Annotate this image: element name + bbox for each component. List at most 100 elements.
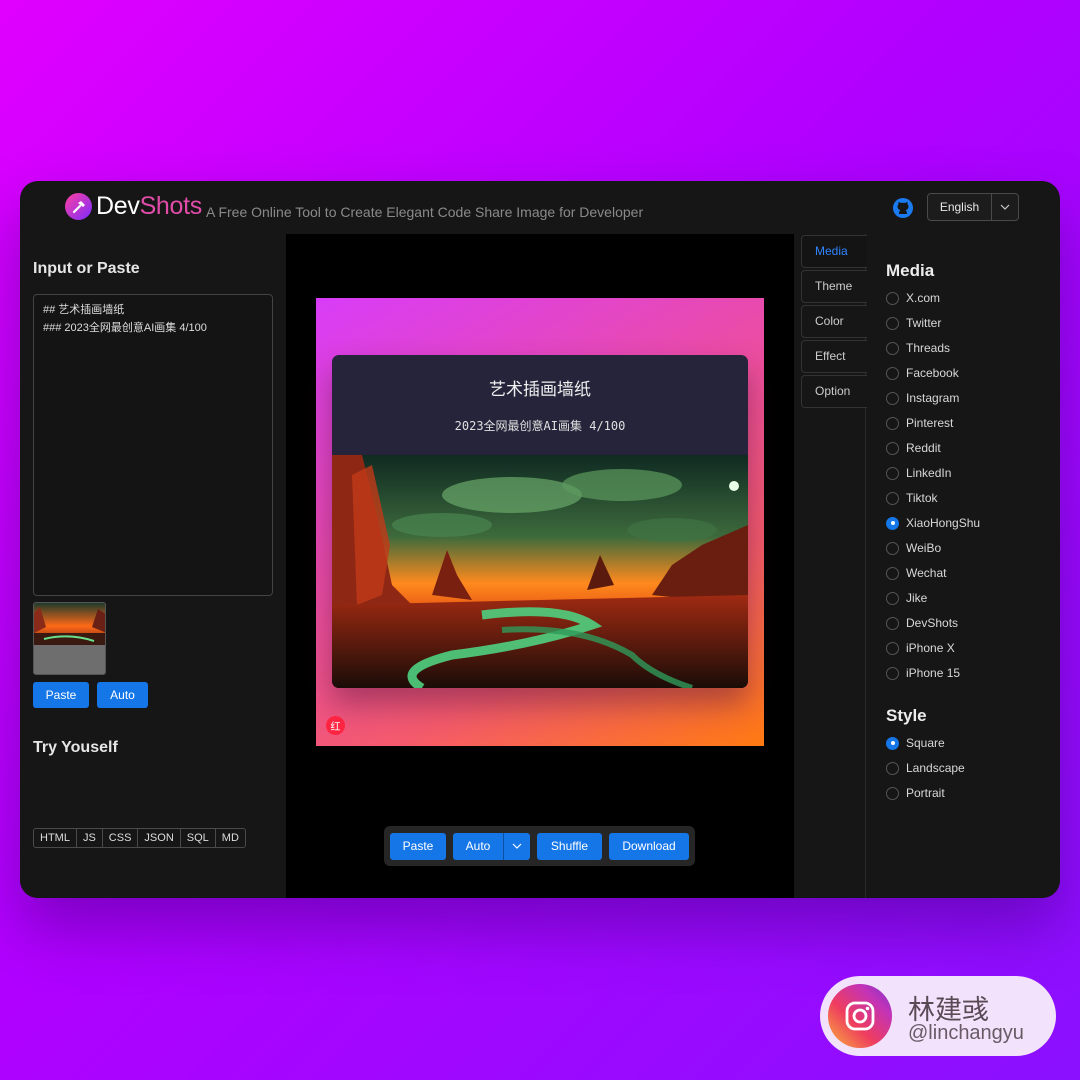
radio-icon: [886, 341, 899, 355]
toolbar-paste-button[interactable]: Paste: [390, 832, 446, 860]
radio-label: Reddit: [906, 441, 941, 455]
landscape-artwork: [332, 455, 748, 688]
style-option-portrait[interactable]: Portrait: [886, 786, 945, 800]
profile-badge: 林建彧 @linchangyu: [820, 976, 1056, 1056]
radio-label: DevShots: [906, 616, 959, 630]
media-option-xiaohongshu[interactable]: XiaoHongShu: [886, 516, 980, 530]
hammer-logo-icon: [65, 193, 92, 220]
action-toolbar: Paste Auto Shuffle Download: [384, 826, 695, 866]
radio-label: LinkedIn: [906, 466, 952, 480]
tab-theme[interactable]: Theme: [801, 270, 867, 303]
media-option-threads[interactable]: Threads: [886, 341, 950, 355]
tab-media[interactable]: Media: [801, 235, 867, 268]
code-input[interactable]: ## 艺术插画墙纸 ### 2023全网最创意AI画集 4/100: [33, 294, 273, 596]
media-option-tiktok[interactable]: Tiktok: [886, 491, 938, 505]
radio-label: Threads: [906, 341, 951, 355]
card-subtitle: 2023全网最创意AI画集 4/100: [454, 419, 626, 433]
toolbar-auto-button[interactable]: Auto: [453, 832, 504, 860]
github-icon[interactable]: [892, 197, 914, 219]
style-option-landscape[interactable]: Landscape: [886, 761, 965, 775]
preview-panel: 艺术插画墙纸 2023全网最创意AI画集 4/100 红 Paste Auto …: [286, 234, 794, 898]
preview-canvas: 艺术插画墙纸 2023全网最创意AI画集 4/100 红: [316, 298, 764, 746]
paste-button[interactable]: Paste: [33, 682, 89, 708]
header: DevShots A Free Online Tool to Create El…: [20, 181, 1060, 234]
sample-js-button[interactable]: JS: [77, 829, 103, 847]
radio-checked-icon: [886, 516, 899, 530]
auto-button[interactable]: Auto: [97, 682, 148, 708]
media-option-x[interactable]: X.com: [886, 291, 940, 305]
radio-icon: [886, 591, 899, 605]
media-option-linkedin[interactable]: LinkedIn: [886, 466, 951, 480]
radio-icon: [886, 761, 899, 775]
radio-icon: [886, 541, 899, 555]
tab-option[interactable]: Option: [801, 375, 867, 408]
input-title: Input or Paste: [33, 260, 140, 277]
radio-label: Landscape: [906, 761, 965, 775]
tagline: A Free Online Tool to Create Elegant Cod…: [206, 204, 644, 220]
radio-icon: [886, 786, 899, 800]
profile-handle: @linchangyu: [908, 1022, 1024, 1044]
radio-label: Pinterest: [906, 416, 954, 430]
sample-html-button[interactable]: HTML: [34, 829, 77, 847]
media-option-jike[interactable]: Jike: [886, 591, 927, 605]
app-window: DevShots A Free Online Tool to Create El…: [20, 181, 1060, 898]
auto-split-button: Auto: [453, 832, 530, 860]
radio-icon: [886, 316, 899, 330]
media-option-instagram[interactable]: Instagram: [886, 391, 959, 405]
media-settings-panel: Media X.com Twitter Threads Facebook Ins…: [867, 234, 1060, 898]
radio-label: iPhone 15: [906, 666, 961, 680]
language-label: English: [928, 194, 992, 220]
radio-label: Instagram: [906, 391, 960, 405]
logo-shots: Shots: [139, 192, 203, 220]
media-option-twitter[interactable]: Twitter: [886, 316, 941, 330]
media-option-iphone-15[interactable]: iPhone 15: [886, 666, 960, 680]
radio-label: WeiBo: [906, 541, 942, 555]
sample-css-button[interactable]: CSS: [103, 829, 139, 847]
input-panel: Input or Paste ## 艺术插画墙纸 ### 2023全网最创意AI…: [20, 234, 286, 898]
radio-icon: [886, 616, 899, 630]
radio-icon: [886, 391, 899, 405]
instagram-icon: [828, 984, 892, 1048]
radio-label: Square: [906, 736, 945, 750]
radio-label: Twitter: [906, 316, 942, 330]
media-option-weibo[interactable]: WeiBo: [886, 541, 941, 555]
radio-checked-icon: [886, 736, 899, 750]
radio-label: X.com: [906, 291, 941, 305]
shuffle-button[interactable]: Shuffle: [537, 832, 602, 860]
sample-sql-button[interactable]: SQL: [181, 829, 216, 847]
chevron-down-icon[interactable]: [992, 204, 1018, 210]
radio-label: iPhone X: [906, 641, 955, 655]
sample-json-button[interactable]: JSON: [138, 829, 181, 847]
radio-icon: [886, 441, 899, 455]
radio-label: Facebook: [906, 366, 959, 380]
radio-icon: [886, 491, 899, 505]
media-option-pinterest[interactable]: Pinterest: [886, 416, 953, 430]
language-select[interactable]: English: [927, 193, 1019, 221]
radio-icon: [886, 416, 899, 430]
logo[interactable]: DevShots: [96, 192, 202, 221]
radio-icon: [886, 366, 899, 380]
media-option-reddit[interactable]: Reddit: [886, 441, 941, 455]
media-option-facebook[interactable]: Facebook: [886, 366, 959, 380]
auto-dropdown-chevron-icon[interactable]: [504, 832, 530, 860]
preview-card: 艺术插画墙纸 2023全网最创意AI画集 4/100: [332, 355, 748, 688]
tab-effect[interactable]: Effect: [801, 340, 867, 373]
tab-color[interactable]: Color: [801, 305, 867, 338]
xiaohongshu-badge: 红: [326, 716, 345, 735]
style-title: Style: [886, 706, 927, 725]
try-title: Try Youself: [33, 739, 118, 756]
image-thumbnail[interactable]: [33, 602, 106, 675]
media-option-iphone-x[interactable]: iPhone X: [886, 641, 955, 655]
sample-md-button[interactable]: MD: [216, 829, 245, 847]
radio-icon: [886, 641, 899, 655]
radio-label: XiaoHongShu: [906, 516, 981, 530]
radio-icon: [886, 666, 899, 680]
media-option-wechat[interactable]: Wechat: [886, 566, 946, 580]
style-option-square[interactable]: Square: [886, 736, 945, 750]
radio-label: Wechat: [906, 566, 947, 580]
radio-icon: [886, 566, 899, 580]
download-button[interactable]: Download: [609, 832, 689, 860]
card-title: 艺术插画墙纸: [489, 380, 591, 399]
radio-icon: [886, 291, 899, 305]
media-option-devshots[interactable]: DevShots: [886, 616, 958, 630]
